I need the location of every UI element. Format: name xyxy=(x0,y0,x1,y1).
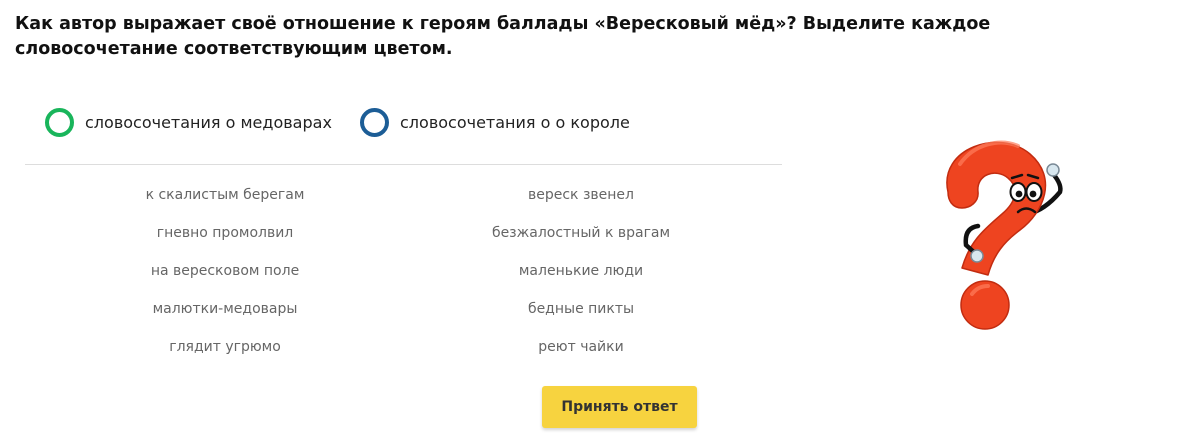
legend-label: словосочетания о о короле xyxy=(400,113,630,132)
phrase-item[interactable]: на вересковом поле xyxy=(75,252,375,290)
submit-answer-button[interactable]: Принять ответ xyxy=(542,386,697,428)
phrase-item[interactable]: маленькие люди xyxy=(431,252,731,290)
phrase-item[interactable]: безжалостный к врагам xyxy=(431,214,731,252)
word-column-right: вереск звенел безжалостный к врагам мале… xyxy=(431,176,731,366)
legend-honey-makers[interactable]: словосочетания о медоварах xyxy=(45,108,332,137)
question-text: Как автор выражает своё отношение к геро… xyxy=(15,14,991,59)
legend-label: словосочетания о медоварах xyxy=(85,113,332,132)
divider xyxy=(25,164,782,165)
phrase-item[interactable]: к скалистым берегам xyxy=(75,176,375,214)
phrase-item[interactable]: малютки-медовары xyxy=(75,290,375,328)
phrase-item[interactable]: бедные пикты xyxy=(431,290,731,328)
blue-circle-icon[interactable] xyxy=(360,108,389,137)
question-mark-character-icon xyxy=(946,140,1063,330)
word-column-left: к скалистым берегам гневно промолвил на … xyxy=(75,176,375,366)
phrase-item[interactable]: глядит угрюмо xyxy=(75,328,375,366)
green-circle-icon[interactable] xyxy=(45,108,74,137)
phrase-item[interactable]: реют чайки xyxy=(431,328,731,366)
legend-king[interactable]: словосочетания о о короле xyxy=(360,108,630,137)
phrase-item[interactable]: вереск звенел xyxy=(431,176,731,214)
phrase-item[interactable]: гневно промолвил xyxy=(75,214,375,252)
